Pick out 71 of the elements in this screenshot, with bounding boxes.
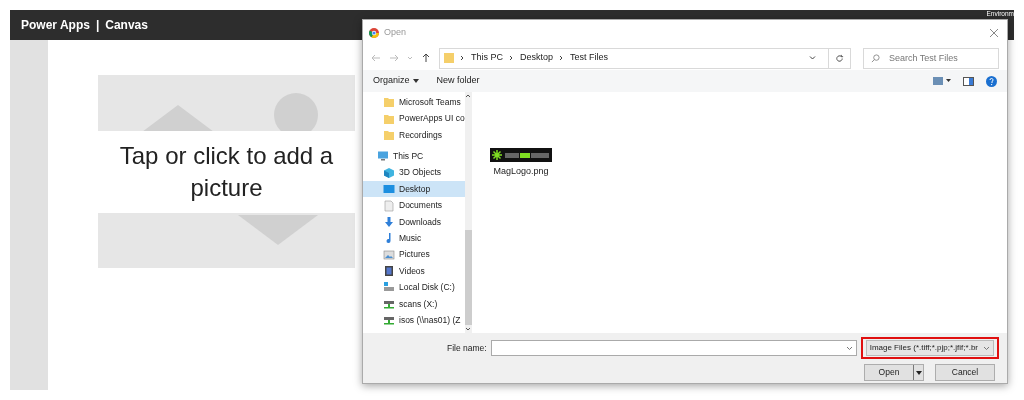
film-icon xyxy=(383,265,395,278)
breadcrumb-item[interactable]: This PC xyxy=(471,51,503,65)
view-icon[interactable] xyxy=(933,77,951,85)
navigation-item[interactable]: Local Disk (C:) xyxy=(363,279,465,296)
breadcrumb-item[interactable]: Desktop xyxy=(520,51,554,65)
open-button[interactable]: Open xyxy=(864,364,924,381)
file-item[interactable]: MagLogo.png xyxy=(486,148,556,333)
caret-icon xyxy=(915,370,922,375)
file-name-label: File name: xyxy=(447,341,487,355)
scrollbar-thumb[interactable] xyxy=(464,230,472,325)
refresh-icon xyxy=(835,53,844,63)
drive-icon xyxy=(383,281,395,294)
file-type-value: Image Files (*.tiff;*.pjp;*.jfif;*.br xyxy=(869,342,978,354)
navigation-item[interactable]: Music xyxy=(363,230,465,247)
add-picture-prompt: Tap or click to add a picture xyxy=(98,130,355,213)
navigation-item[interactable]: Recordings xyxy=(363,126,465,144)
navigation-item[interactable]: PowerApps UI co xyxy=(363,110,465,127)
file-name: MagLogo.png xyxy=(493,165,549,178)
scrollbar[interactable] xyxy=(464,92,472,333)
navigation-item[interactable]: Microsoft Teams xyxy=(363,94,465,111)
close-icon[interactable] xyxy=(989,28,999,38)
navigation-item[interactable]: scans (X:) xyxy=(363,295,465,313)
navigation-item[interactable]: This PC xyxy=(363,148,465,165)
forward-icon[interactable] xyxy=(389,53,399,63)
navigation-item[interactable]: Desktop xyxy=(363,180,465,198)
search-icon xyxy=(871,53,880,63)
scroll-up-icon xyxy=(465,94,472,98)
chevron-down-icon[interactable] xyxy=(809,55,816,61)
chevron-right-icon xyxy=(559,55,565,61)
navigation-item[interactable]: Downloads xyxy=(363,213,465,231)
computer-icon xyxy=(377,150,389,163)
up-icon[interactable] xyxy=(421,53,431,63)
cube-icon xyxy=(383,166,395,179)
navigation-item[interactable]: 3D Objects xyxy=(363,164,465,181)
help-icon[interactable] xyxy=(986,75,997,87)
desktop-icon xyxy=(383,183,395,196)
chevron-right-icon xyxy=(509,55,514,61)
app-title: Power Apps xyxy=(21,17,90,34)
title-separator: | xyxy=(95,17,100,34)
toolbar-button[interactable]: New folder xyxy=(436,74,480,88)
download-icon xyxy=(383,215,395,228)
preview-pane-icon[interactable] xyxy=(963,76,974,86)
browser-logo-icon xyxy=(369,28,379,38)
image-placeholder[interactable]: Tap or click to add a picture xyxy=(98,75,355,268)
folder-icon xyxy=(383,128,395,141)
back-icon[interactable] xyxy=(371,53,381,63)
breadcrumb-item[interactable]: Test Files xyxy=(570,51,609,65)
network-drive-icon xyxy=(383,314,395,327)
folder-icon xyxy=(444,52,454,64)
file-type-dropdown[interactable]: Image Files (*.tiff;*.pjp;*.jfif;*.br xyxy=(860,337,999,359)
dialog-title: Open xyxy=(384,26,407,40)
document-icon xyxy=(383,199,395,212)
navigation-item[interactable]: isos (\\nas01) (Z xyxy=(363,312,465,329)
file-name-field[interactable] xyxy=(490,340,857,356)
chevron-right-icon xyxy=(460,55,465,61)
chevron-down-icon[interactable] xyxy=(407,55,413,61)
search-field[interactable]: Search Test Files xyxy=(863,47,999,69)
navigation-item[interactable]: Videos xyxy=(363,262,465,280)
scroll-down-icon xyxy=(465,327,472,331)
folder-icon xyxy=(383,112,395,125)
chevron-down-icon xyxy=(983,345,990,351)
toolbar-button[interactable]: Organize xyxy=(373,74,419,88)
chevron-down-icon[interactable] xyxy=(845,346,853,351)
folder-icon xyxy=(383,96,395,109)
address-bar[interactable]: This PC Desktop Test Files xyxy=(439,47,851,69)
pictures-icon xyxy=(383,248,395,261)
caret-icon xyxy=(412,79,419,83)
navigation-item[interactable]: Documents xyxy=(363,197,465,214)
navigation-item[interactable]: Pictures xyxy=(363,246,465,263)
app-subtitle: Canvas xyxy=(105,17,148,34)
cancel-button[interactable]: Cancel xyxy=(935,364,995,381)
